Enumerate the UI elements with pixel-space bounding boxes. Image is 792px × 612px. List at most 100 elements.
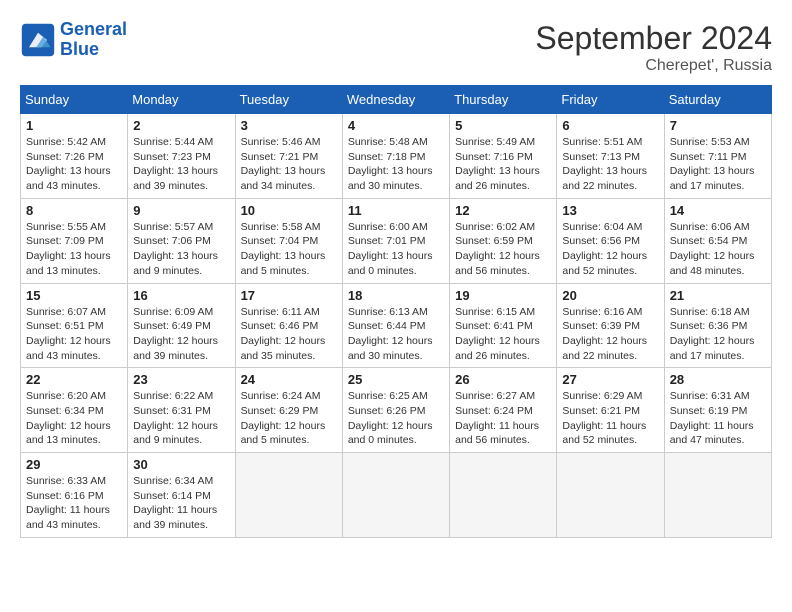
calendar-cell [342, 453, 449, 538]
calendar-cell: 21 Sunrise: 6:18 AM Sunset: 6:36 PM Dayli… [664, 283, 771, 368]
calendar-cell: 13Sunrise: 6:04 AM Sunset: 6:56 PM Dayli… [557, 198, 664, 283]
day-info: Sunrise: 6:18 AM Sunset: 6:36 PM Dayligh… [670, 305, 766, 364]
calendar-cell [557, 453, 664, 538]
day-number: 5 [455, 118, 551, 133]
weekday-header-monday: Monday [128, 86, 235, 114]
logo-text: General Blue [60, 20, 127, 60]
calendar-cell: 12Sunrise: 6:02 AM Sunset: 6:59 PM Dayli… [450, 198, 557, 283]
calendar-cell [450, 453, 557, 538]
day-info: Sunrise: 6:22 AM Sunset: 6:31 PM Dayligh… [133, 389, 229, 448]
day-info: Sunrise: 5:57 AM Sunset: 7:06 PM Dayligh… [133, 220, 229, 279]
calendar-cell: 4 Sunrise: 5:48 AM Sunset: 7:18 PM Daylig… [342, 114, 449, 199]
calendar-cell: 9 Sunrise: 5:57 AM Sunset: 7:06 PM Daylig… [128, 198, 235, 283]
day-info: Sunrise: 5:51 AM Sunset: 7:13 PM Dayligh… [562, 135, 658, 194]
calendar-cell: 23 Sunrise: 6:22 AM Sunset: 6:31 PM Dayli… [128, 368, 235, 453]
day-number: 30 [133, 457, 229, 472]
calendar-week-row: 8Sunrise: 5:55 AM Sunset: 7:09 PM Daylig… [21, 198, 772, 283]
day-info: Sunrise: 5:49 AM Sunset: 7:16 PM Dayligh… [455, 135, 551, 194]
day-number: 12 [455, 203, 551, 218]
day-info: Sunrise: 6:31 AM Sunset: 6:19 PM Dayligh… [670, 389, 766, 448]
weekday-header-thursday: Thursday [450, 86, 557, 114]
day-number: 8 [26, 203, 122, 218]
day-info: Sunrise: 5:46 AM Sunset: 7:21 PM Dayligh… [241, 135, 337, 194]
weekday-header-tuesday: Tuesday [235, 86, 342, 114]
day-number: 25 [348, 372, 444, 387]
calendar-cell: 14Sunrise: 6:06 AM Sunset: 6:54 PM Dayli… [664, 198, 771, 283]
calendar-cell: 11Sunrise: 6:00 AM Sunset: 7:01 PM Dayli… [342, 198, 449, 283]
day-number: 23 [133, 372, 229, 387]
calendar-cell: 19Sunrise: 6:15 AM Sunset: 6:41 PM Dayli… [450, 283, 557, 368]
calendar-cell: 7 Sunrise: 5:53 AM Sunset: 7:11 PM Daylig… [664, 114, 771, 199]
calendar-cell: 3 Sunrise: 5:46 AM Sunset: 7:21 PM Daylig… [235, 114, 342, 199]
calendar-table: SundayMondayTuesdayWednesdayThursdayFrid… [20, 85, 772, 538]
month-title: September 2024 [535, 20, 772, 57]
day-number: 24 [241, 372, 337, 387]
day-number: 3 [241, 118, 337, 133]
calendar-cell: 18Sunrise: 6:13 AM Sunset: 6:44 PM Dayli… [342, 283, 449, 368]
logo-line1: General [60, 19, 127, 39]
day-number: 4 [348, 118, 444, 133]
weekday-header-wednesday: Wednesday [342, 86, 449, 114]
location: Cherepet', Russia [535, 57, 772, 75]
calendar-cell [235, 453, 342, 538]
day-info: Sunrise: 6:11 AM Sunset: 6:46 PM Dayligh… [241, 305, 337, 364]
day-info: Sunrise: 6:33 AM Sunset: 6:16 PM Dayligh… [26, 474, 122, 533]
calendar-cell: 26 Sunrise: 6:27 AM Sunset: 6:24 PM Dayli… [450, 368, 557, 453]
day-number: 1 [26, 118, 122, 133]
calendar-week-row: 22 Sunrise: 6:20 AM Sunset: 6:34 PM Dayli… [21, 368, 772, 453]
day-info: Sunrise: 6:16 AM Sunset: 6:39 PM Dayligh… [562, 305, 658, 364]
day-number: 16 [133, 288, 229, 303]
weekday-header-sunday: Sunday [21, 86, 128, 114]
logo-line2: Blue [60, 39, 99, 59]
day-info: Sunrise: 6:20 AM Sunset: 6:34 PM Dayligh… [26, 389, 122, 448]
page-header: General Blue September 2024 Cherepet', R… [20, 20, 772, 75]
day-info: Sunrise: 6:27 AM Sunset: 6:24 PM Dayligh… [455, 389, 551, 448]
calendar-cell: 29 Sunrise: 6:33 AM Sunset: 6:16 PM Dayli… [21, 453, 128, 538]
logo: General Blue [20, 20, 127, 60]
calendar-cell: 24 Sunrise: 6:24 AM Sunset: 6:29 PM Dayli… [235, 368, 342, 453]
day-number: 9 [133, 203, 229, 218]
calendar-cell: 6 Sunrise: 5:51 AM Sunset: 7:13 PM Daylig… [557, 114, 664, 199]
day-info: Sunrise: 6:09 AM Sunset: 6:49 PM Dayligh… [133, 305, 229, 364]
day-info: Sunrise: 5:42 AM Sunset: 7:26 PM Dayligh… [26, 135, 122, 194]
day-number: 6 [562, 118, 658, 133]
day-info: Sunrise: 5:58 AM Sunset: 7:04 PM Dayligh… [241, 220, 337, 279]
day-info: Sunrise: 5:44 AM Sunset: 7:23 PM Dayligh… [133, 135, 229, 194]
day-number: 17 [241, 288, 337, 303]
day-number: 21 [670, 288, 766, 303]
day-number: 27 [562, 372, 658, 387]
logo-icon [20, 22, 56, 58]
day-info: Sunrise: 6:04 AM Sunset: 6:56 PM Dayligh… [562, 220, 658, 279]
calendar-cell: 15 Sunrise: 6:07 AM Sunset: 6:51 PM Dayli… [21, 283, 128, 368]
day-info: Sunrise: 6:00 AM Sunset: 7:01 PM Dayligh… [348, 220, 444, 279]
day-info: Sunrise: 6:07 AM Sunset: 6:51 PM Dayligh… [26, 305, 122, 364]
day-info: Sunrise: 6:34 AM Sunset: 6:14 PM Dayligh… [133, 474, 229, 533]
day-number: 7 [670, 118, 766, 133]
title-block: September 2024 Cherepet', Russia [535, 20, 772, 75]
day-number: 28 [670, 372, 766, 387]
day-info: Sunrise: 6:25 AM Sunset: 6:26 PM Dayligh… [348, 389, 444, 448]
calendar-cell [664, 453, 771, 538]
calendar-week-row: 29 Sunrise: 6:33 AM Sunset: 6:16 PM Dayli… [21, 453, 772, 538]
calendar-week-row: 1 Sunrise: 5:42 AM Sunset: 7:26 PM Daylig… [21, 114, 772, 199]
day-number: 15 [26, 288, 122, 303]
weekday-header-saturday: Saturday [664, 86, 771, 114]
day-number: 29 [26, 457, 122, 472]
day-info: Sunrise: 6:06 AM Sunset: 6:54 PM Dayligh… [670, 220, 766, 279]
day-info: Sunrise: 6:24 AM Sunset: 6:29 PM Dayligh… [241, 389, 337, 448]
weekday-header-friday: Friday [557, 86, 664, 114]
day-info: Sunrise: 6:15 AM Sunset: 6:41 PM Dayligh… [455, 305, 551, 364]
day-info: Sunrise: 5:48 AM Sunset: 7:18 PM Dayligh… [348, 135, 444, 194]
day-info: Sunrise: 5:53 AM Sunset: 7:11 PM Dayligh… [670, 135, 766, 194]
calendar-cell: 28 Sunrise: 6:31 AM Sunset: 6:19 PM Dayli… [664, 368, 771, 453]
calendar-cell: 10Sunrise: 5:58 AM Sunset: 7:04 PM Dayli… [235, 198, 342, 283]
calendar-cell: 5 Sunrise: 5:49 AM Sunset: 7:16 PM Daylig… [450, 114, 557, 199]
calendar-cell: 27Sunrise: 6:29 AM Sunset: 6:21 PM Dayli… [557, 368, 664, 453]
calendar-cell: 20 Sunrise: 6:16 AM Sunset: 6:39 PM Dayli… [557, 283, 664, 368]
day-number: 26 [455, 372, 551, 387]
calendar-week-row: 15 Sunrise: 6:07 AM Sunset: 6:51 PM Dayli… [21, 283, 772, 368]
day-number: 20 [562, 288, 658, 303]
calendar-cell: 25 Sunrise: 6:25 AM Sunset: 6:26 PM Dayli… [342, 368, 449, 453]
calendar-cell: 2Sunrise: 5:44 AM Sunset: 7:23 PM Daylig… [128, 114, 235, 199]
day-number: 22 [26, 372, 122, 387]
